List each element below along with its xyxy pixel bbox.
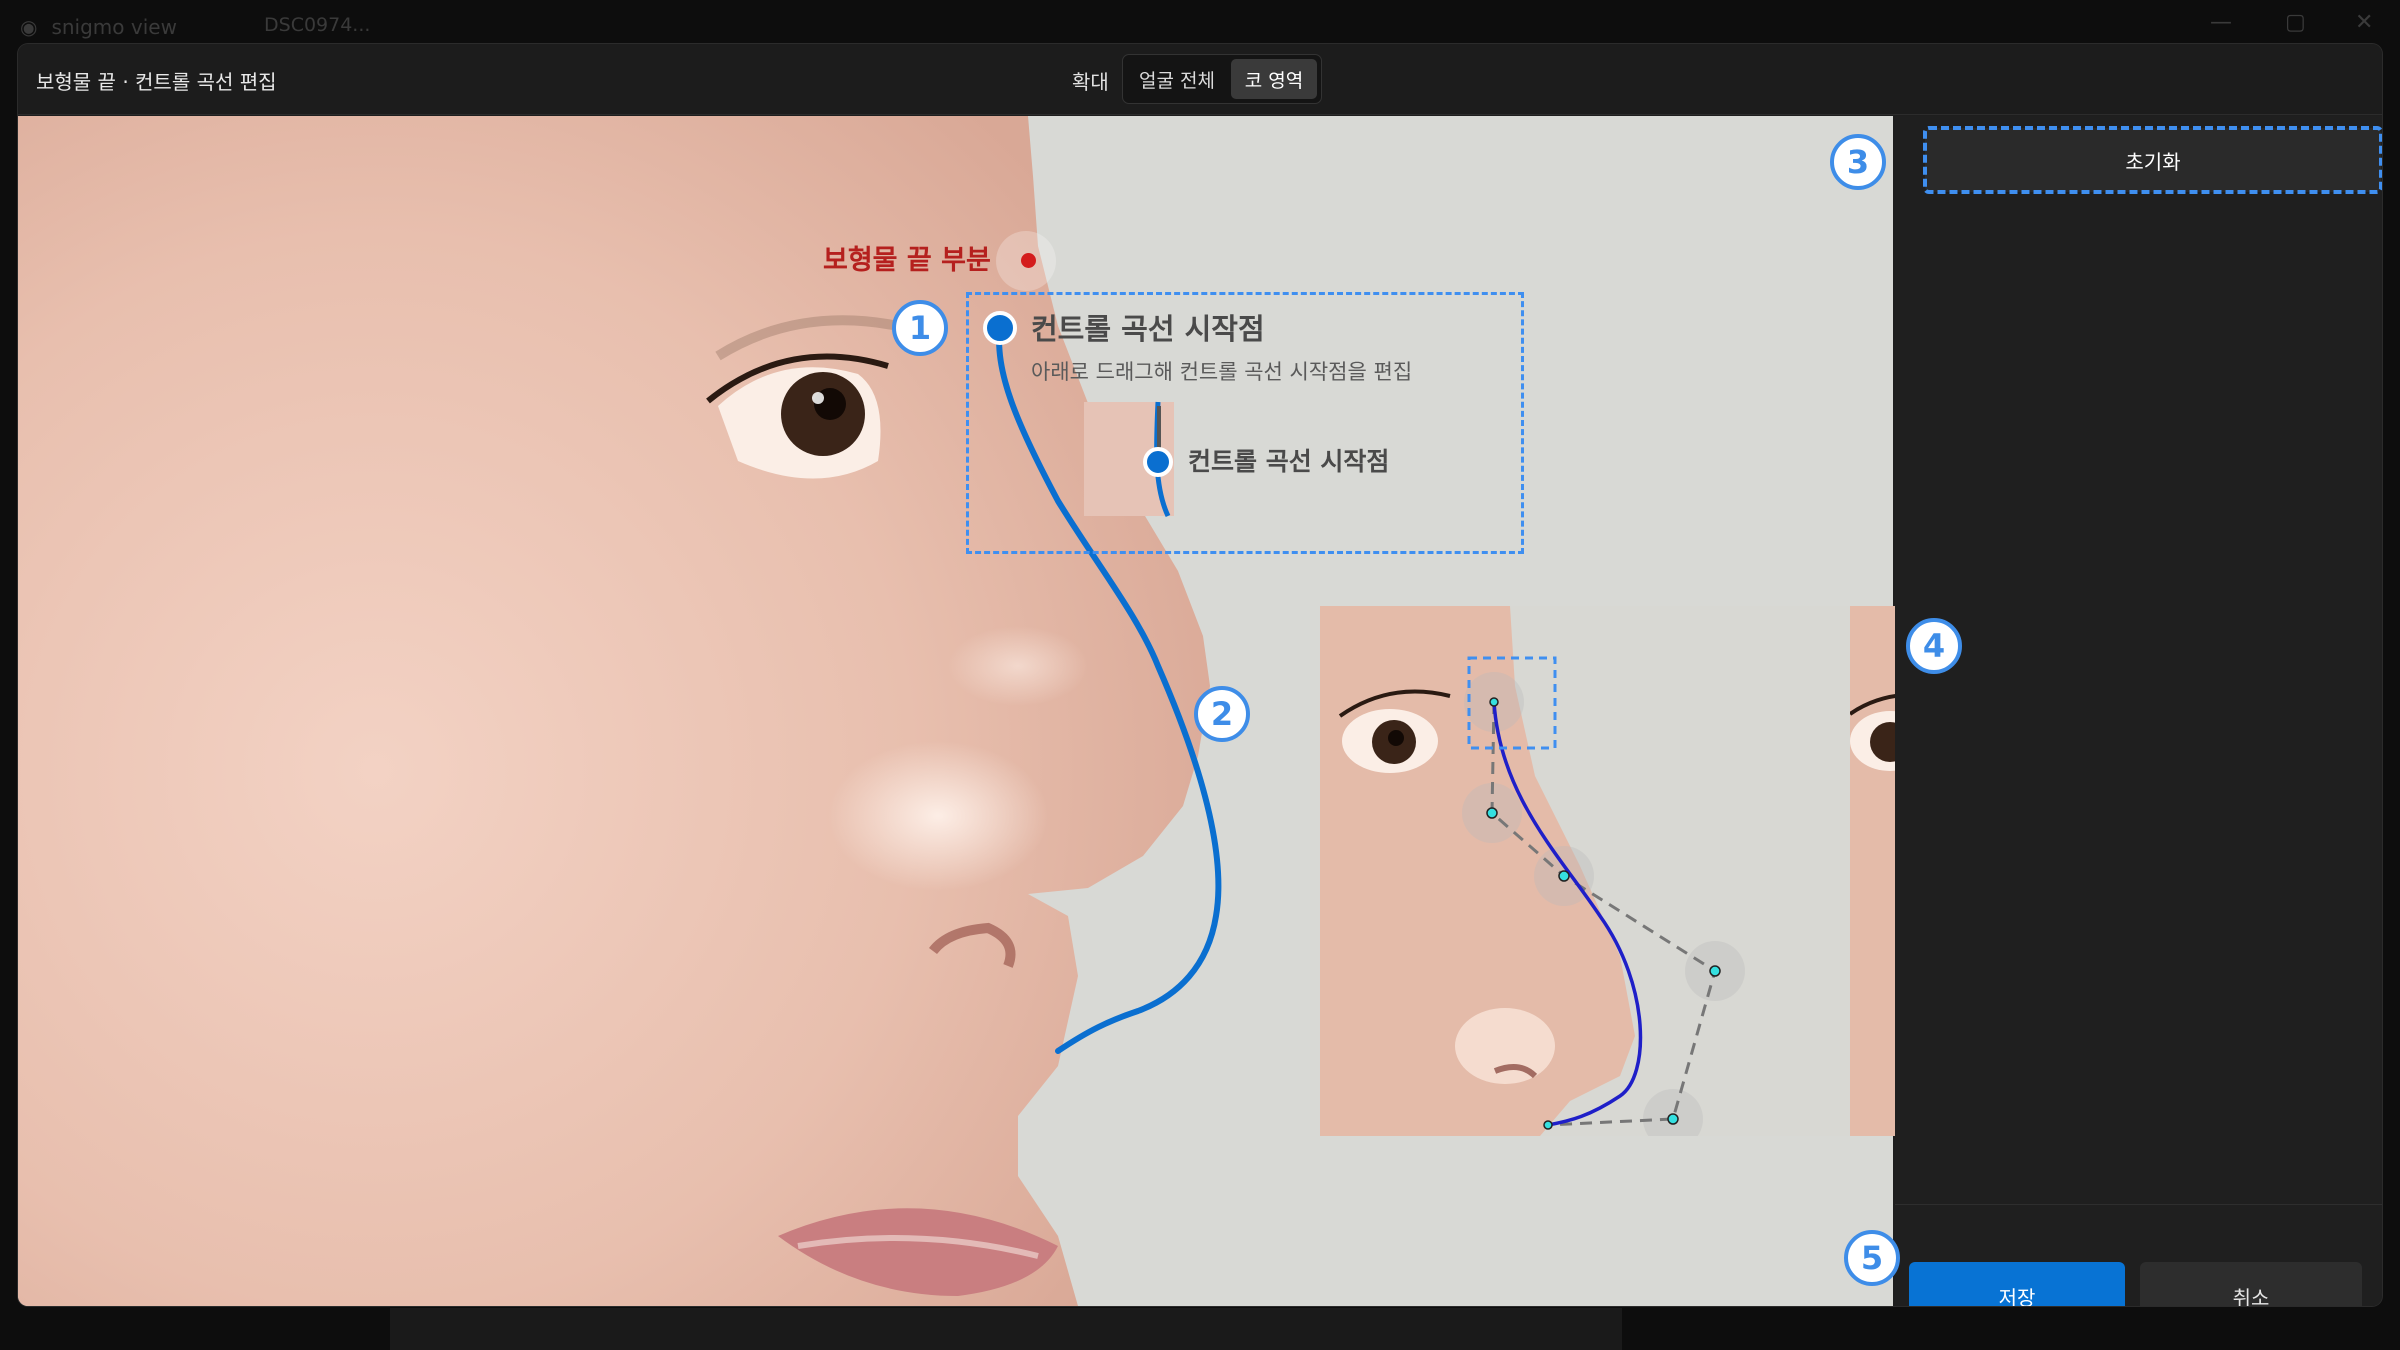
minimize-icon[interactable]: —: [2210, 10, 2232, 35]
status-bar: [390, 1308, 1622, 1350]
curve-start-title: 컨트롤 곡선 시작점: [1031, 312, 1265, 346]
zoom-label: 확대: [1072, 70, 1109, 94]
zoom-segmented-control: 얼굴 전체 코 영역: [1122, 54, 1322, 104]
close-icon[interactable]: ✕: [2355, 10, 2373, 35]
implant-tip-label: 보형물 끝 부분: [823, 245, 991, 276]
curve-edit-dialog: 보형물 끝 · 컨트롤 곡선 편집 확대 얼굴 전체 코 영역 보형물 끝 부분…: [18, 44, 2382, 1306]
step-badge-1: 1: [892, 300, 948, 356]
step-badge-2: 2: [1194, 686, 1250, 742]
app-name: snigmo view: [51, 15, 177, 39]
zoom-option-nose-area[interactable]: 코 영역: [1231, 59, 1317, 99]
dialog-header: 보형물 끝 · 컨트롤 곡선 편집 확대 얼굴 전체 코 영역: [18, 44, 2382, 115]
zoom-option-full-face[interactable]: 얼굴 전체: [1127, 59, 1227, 99]
reset-button[interactable]: 초기화: [1925, 128, 2381, 192]
before-curve-thumbnail: [1320, 606, 1860, 1136]
app-logo-icon: ◉: [20, 15, 38, 39]
step-badge-3: 3: [1830, 134, 1886, 190]
app-titlebar: ◉ snigmo view: [20, 12, 177, 42]
step-badge-4: 4: [1906, 618, 1962, 674]
before-curve-preview: [1320, 606, 1860, 1136]
step-badge-5: 5: [1844, 1230, 1900, 1286]
file-tab[interactable]: DSC0974...: [264, 14, 370, 36]
curve-start-hint: 아래로 드래그해 컨트롤 곡선 시작점을 편집: [1031, 360, 1413, 384]
curve-start-mini-label: 컨트롤 곡선 시작점: [1188, 447, 1390, 476]
save-button[interactable]: 저장: [1909, 1262, 2125, 1306]
implant-tip-marker[interactable]: [1021, 253, 1036, 268]
cancel-button[interactable]: 취소: [2140, 1262, 2362, 1306]
maximize-icon[interactable]: ▢: [2285, 10, 2306, 35]
right-sidebar: 초기화 저장 취소: [1895, 116, 2382, 1306]
dialog-title: 보형물 끝 · 컨트롤 곡선 편집: [36, 70, 277, 94]
sidebar-divider: [1895, 1204, 2382, 1205]
image-canvas[interactable]: 보형물 끝 부분 컨트롤 곡선 시작점 아래로 드래그해 컨트롤 곡선 시작점을…: [18, 116, 1893, 1306]
